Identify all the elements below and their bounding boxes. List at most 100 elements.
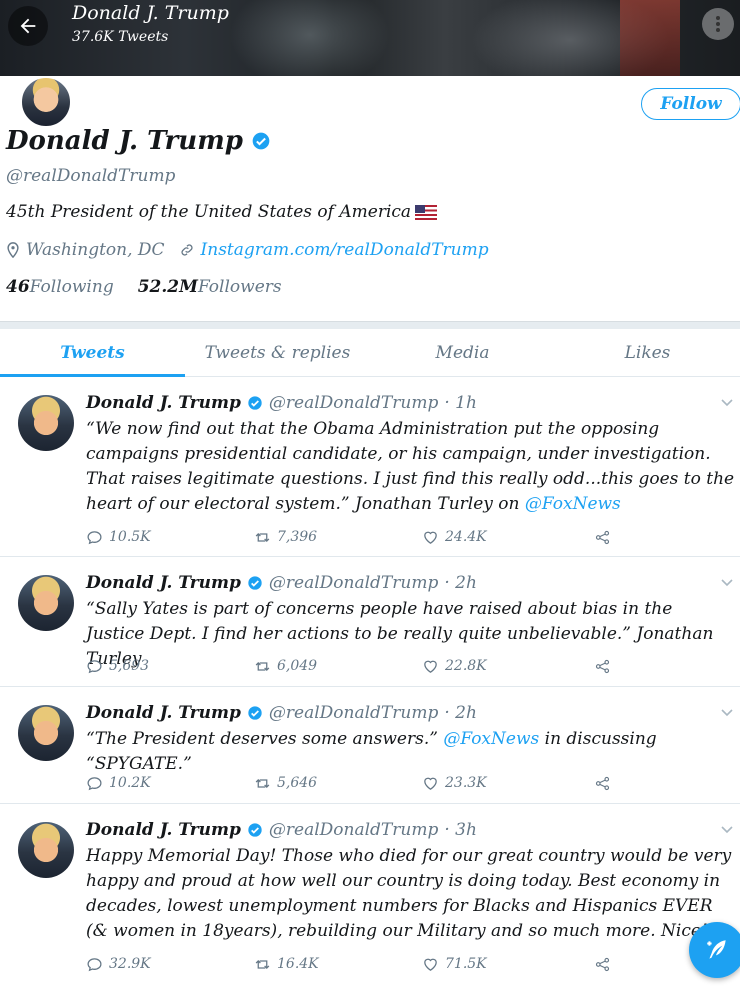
reply-count: 10.2K	[109, 775, 151, 791]
tweet-text-part: “We now find out that the Obama Administ…	[86, 419, 735, 514]
share-button[interactable]	[594, 529, 611, 546]
tweet-author-handle: @realDonaldTrump	[268, 573, 439, 593]
retweet-button[interactable]: 6,049	[254, 658, 422, 675]
us-flag-icon	[415, 204, 438, 220]
tweet-header: Donald J. Trump @realDonaldTrump · 3h	[86, 820, 477, 840]
heart-icon	[424, 660, 437, 673]
profile-tabs: Tweets Tweets & replies Media Likes	[0, 329, 740, 377]
verified-badge-icon	[248, 823, 262, 837]
tweet-avatar[interactable]	[18, 705, 74, 761]
share-button[interactable]	[594, 775, 611, 792]
chevron-down-icon[interactable]	[720, 705, 734, 719]
tab-likes[interactable]: Likes	[555, 329, 740, 376]
profile-display-name: Donald J. Trump	[6, 126, 271, 156]
banner-image-region	[620, 0, 680, 76]
chevron-down-icon[interactable]	[720, 395, 734, 409]
share-icon	[595, 776, 610, 790]
tweet-actions: 10.5K 7,396 24.4K	[86, 527, 626, 547]
heart-icon	[424, 958, 437, 971]
followers-count: 52.2M	[137, 277, 198, 297]
tweet-text: Happy Memorial Day! Those who died for o…	[86, 844, 736, 944]
tab-media[interactable]: Media	[370, 329, 555, 376]
tweet-author-name: Donald J. Trump	[86, 573, 241, 593]
following-stat[interactable]: 46Following	[6, 277, 114, 297]
share-icon	[595, 530, 610, 544]
retweet-count: 6,049	[277, 658, 318, 674]
verified-badge-icon	[252, 132, 270, 150]
compose-feather-icon	[707, 940, 726, 959]
like-button[interactable]: 71.5K	[422, 956, 590, 973]
tweet-author-name: Donald J. Trump	[86, 703, 241, 723]
tweet-item[interactable]: Donald J. Trump @realDonaldTrump · 3h Ha…	[0, 804, 740, 986]
followers-label: Followers	[197, 277, 282, 297]
reply-button[interactable]: 5,693	[86, 658, 254, 675]
tweet-time: · 3h	[444, 820, 477, 840]
reply-count: 10.5K	[109, 529, 151, 545]
like-button[interactable]: 24.4K	[422, 529, 590, 546]
follow-button[interactable]: Follow	[641, 88, 740, 120]
tweet-avatar[interactable]	[18, 822, 74, 878]
verified-badge-icon	[248, 396, 262, 410]
chevron-down-icon[interactable]	[720, 575, 734, 589]
tweet-header: Donald J. Trump @realDonaldTrump · 1h	[86, 393, 477, 413]
tweet-avatar[interactable]	[18, 395, 74, 451]
tweet-item[interactable]: Donald J. Trump @realDonaldTrump · 2h “S…	[0, 557, 740, 687]
tweet-author-name: Donald J. Trump	[86, 393, 241, 413]
tweet-text-part: Happy Memorial Day! Those who died for o…	[86, 846, 732, 941]
tweet-text-part: “The President deserves some answers.”	[86, 729, 444, 749]
verified-badge-icon	[248, 706, 262, 720]
retweet-button[interactable]: 7,396	[254, 529, 422, 546]
profile-bio: 45th President of the United States of A…	[6, 202, 438, 222]
following-count: 46	[6, 277, 30, 297]
tweet-time: · 2h	[444, 703, 477, 723]
like-count: 22.8K	[445, 658, 487, 674]
reply-button[interactable]: 10.5K	[86, 529, 254, 546]
tweet-item[interactable]: Donald J. Trump @realDonaldTrump · 1h “W…	[0, 377, 740, 557]
tweet-author-handle: @realDonaldTrump	[268, 820, 439, 840]
profile-handle: @realDonaldTrump	[6, 166, 176, 186]
like-button[interactable]: 22.8K	[422, 658, 590, 675]
compose-tweet-button[interactable]	[689, 922, 740, 978]
tweet-time: · 2h	[444, 573, 477, 593]
reply-button[interactable]: 10.2K	[86, 775, 254, 792]
like-count: 24.4K	[445, 529, 487, 545]
tweet-item[interactable]: Donald J. Trump @realDonaldTrump · 2h “T…	[0, 687, 740, 804]
tweet-header: Donald J. Trump @realDonaldTrump · 2h	[86, 703, 477, 723]
tweet-actions: 32.9K 16.4K 71.5K	[86, 954, 626, 974]
share-icon	[595, 957, 610, 971]
chevron-down-icon[interactable]	[720, 822, 734, 836]
tab-tweets-replies[interactable]: Tweets & replies	[185, 329, 370, 376]
retweet-icon	[255, 778, 270, 788]
profile-banner: Donald J. Trump 37.6K Tweets	[0, 0, 740, 76]
more-options-button[interactable]	[702, 8, 734, 40]
tab-tweets[interactable]: Tweets	[0, 329, 185, 377]
reply-icon	[87, 530, 102, 544]
tweet-author-name: Donald J. Trump	[86, 820, 241, 840]
profile-avatar[interactable]	[20, 76, 72, 128]
followers-stat[interactable]: 52.2MFollowers	[138, 277, 282, 297]
tweet-avatar[interactable]	[18, 575, 74, 631]
tweet-actions: 5,693 6,049 22.8K	[86, 656, 626, 676]
tweet-author-handle: @realDonaldTrump	[268, 703, 439, 723]
verified-badge-icon	[248, 576, 262, 590]
tweet-mention-link[interactable]: @FoxNews	[443, 729, 539, 749]
retweet-count: 7,396	[277, 529, 318, 545]
share-button[interactable]	[594, 658, 611, 675]
reply-count: 32.9K	[109, 956, 151, 972]
retweet-icon	[255, 661, 270, 671]
profile-location: Washington, DC	[26, 240, 165, 260]
like-button[interactable]: 23.3K	[422, 775, 590, 792]
reply-button[interactable]: 32.9K	[86, 956, 254, 973]
tweet-header: Donald J. Trump @realDonaldTrump · 2h	[86, 573, 477, 593]
tweet-mention-link[interactable]: @FoxNews	[525, 494, 621, 514]
header-title: Donald J. Trump	[72, 2, 229, 24]
retweet-button[interactable]: 16.4K	[254, 956, 422, 973]
back-button[interactable]	[8, 6, 48, 46]
heart-icon	[424, 777, 437, 790]
share-button[interactable]	[594, 956, 611, 973]
heart-icon	[424, 531, 437, 544]
tweet-author-handle: @realDonaldTrump	[268, 393, 439, 413]
tweet-actions: 10.2K 5,646 23.3K	[86, 773, 626, 793]
profile-link[interactable]: Instagram.com/realDonaldTrump	[201, 240, 489, 260]
retweet-button[interactable]: 5,646	[254, 775, 422, 792]
